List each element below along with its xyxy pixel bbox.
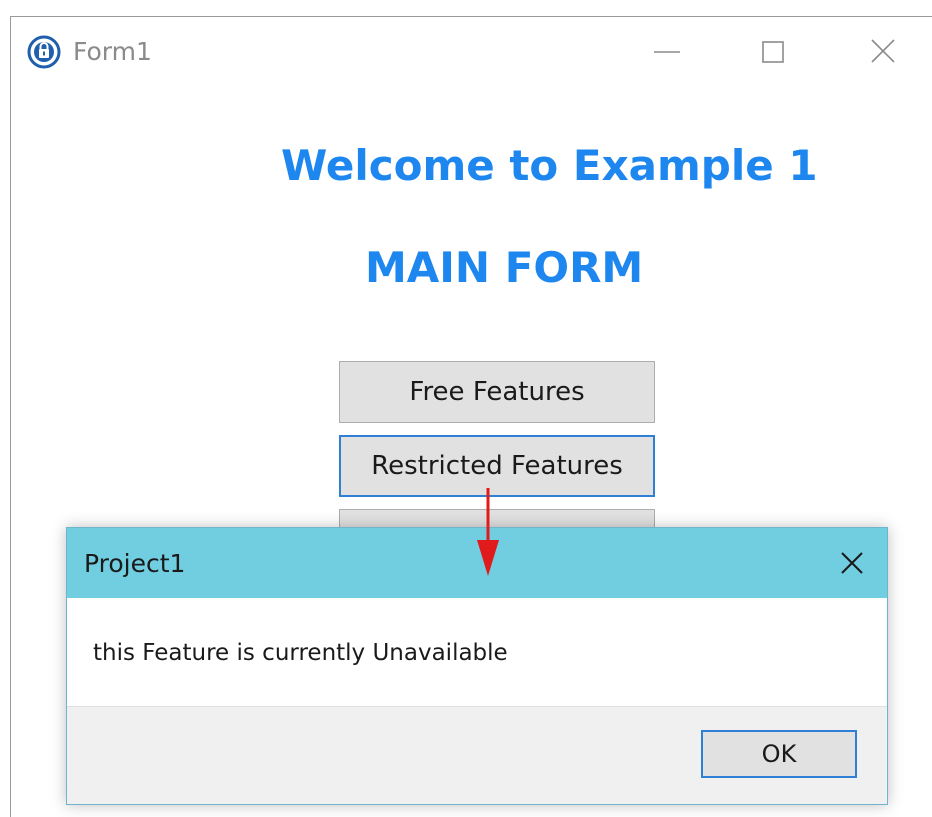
red-arrow-annotation (474, 488, 502, 578)
minimize-icon[interactable] (647, 35, 687, 69)
maximize-icon[interactable] (753, 35, 793, 69)
welcome-heading: Welcome to Example 1 (281, 141, 818, 190)
dialog-body: this Feature is currently Unavailable (67, 598, 887, 706)
dialog-message: this Feature is currently Unavailable (93, 640, 508, 666)
window-title: Form1 (73, 37, 152, 66)
free-features-button[interactable]: Free Features (339, 361, 655, 423)
dialog-close-icon[interactable] (837, 548, 867, 578)
dialog-title: Project1 (84, 549, 186, 578)
window-titlebar[interactable]: Form1 (11, 17, 932, 83)
dialog-footer: OK (67, 706, 887, 804)
main-form-heading: MAIN FORM (365, 243, 644, 292)
close-icon[interactable] (863, 35, 903, 69)
lock-app-icon (27, 35, 61, 69)
ok-button[interactable]: OK (701, 730, 857, 778)
